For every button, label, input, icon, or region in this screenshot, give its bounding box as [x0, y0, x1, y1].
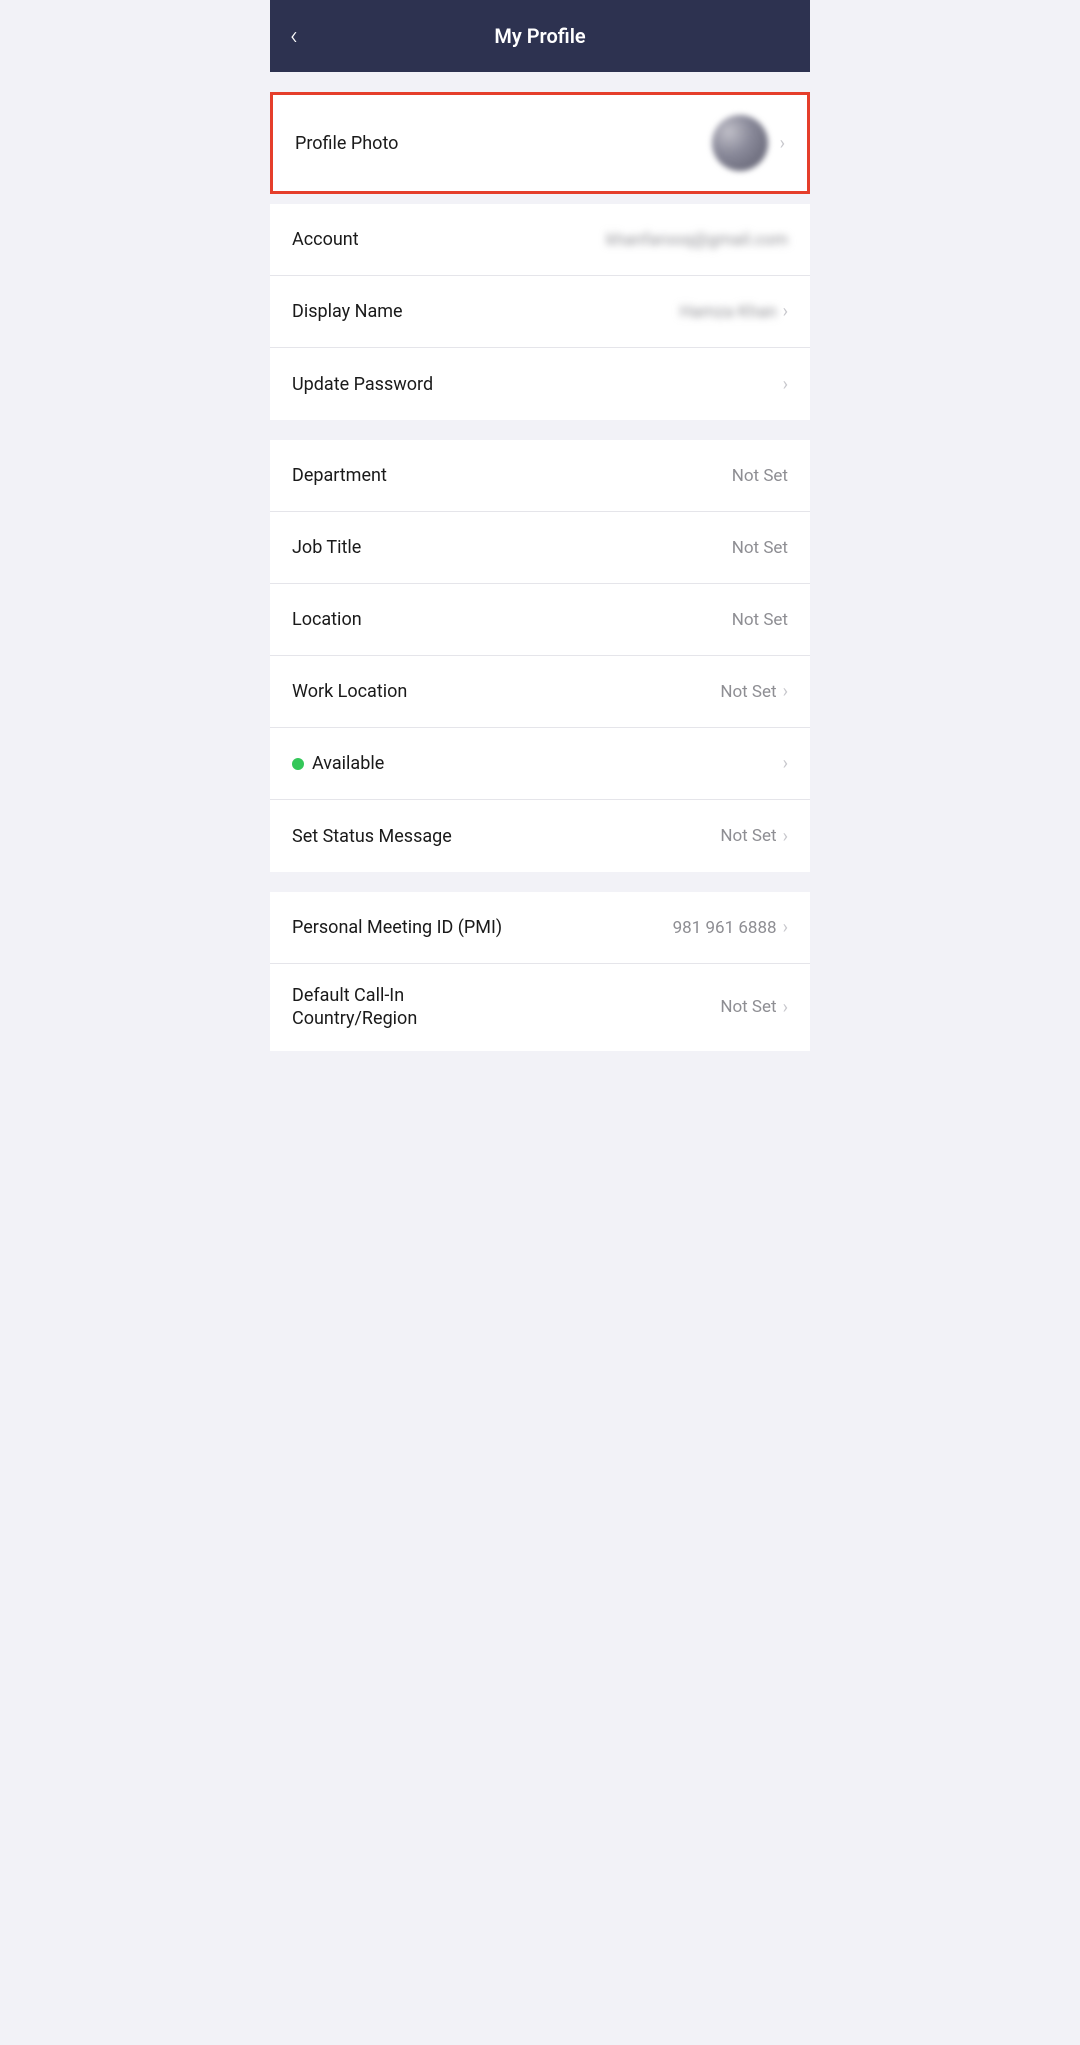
- work-location-chevron: ›: [783, 681, 788, 702]
- work-location-right: Not Set ›: [720, 681, 788, 702]
- work-location-row[interactable]: Work Location Not Set ›: [270, 656, 810, 728]
- location-row: Location Not Set: [270, 584, 810, 656]
- status-dot-green: [292, 758, 304, 770]
- profile-photo-row[interactable]: Profile Photo ›: [270, 92, 810, 194]
- work-location-value: Not Set: [720, 682, 776, 702]
- default-callin-label: Default Call-In Country/Region: [292, 984, 417, 1031]
- pmi-chevron: ›: [783, 917, 788, 938]
- default-callin-row[interactable]: Default Call-In Country/Region Not Set ›: [270, 964, 810, 1051]
- display-name-right: Hamza Khan ›: [680, 301, 788, 322]
- update-password-label: Update Password: [292, 374, 783, 395]
- pmi-right: 981 961 6888 ›: [673, 917, 788, 938]
- avatar-image: [712, 115, 768, 171]
- update-password-chevron: ›: [783, 374, 788, 395]
- gap-3: [270, 420, 810, 440]
- available-right: ›: [783, 753, 788, 774]
- gap-2: [270, 194, 810, 204]
- pmi-row[interactable]: Personal Meeting ID (PMI) 981 961 6888 ›: [270, 892, 810, 964]
- account-value: khanfarooq@gmail.com: [606, 230, 788, 250]
- profile-photo-label: Profile Photo: [295, 133, 398, 154]
- work-location-label: Work Location: [292, 681, 720, 702]
- pmi-value: 981 961 6888: [673, 918, 777, 938]
- default-callin-chevron: ›: [783, 997, 788, 1018]
- available-label: Available: [312, 753, 384, 774]
- job-title-value: Not Set: [732, 538, 788, 558]
- profile-photo-chevron: ›: [780, 133, 785, 154]
- info-section: Department Not Set Job Title Not Set Loc…: [270, 440, 810, 872]
- gap-1: [270, 72, 810, 92]
- set-status-message-label: Set Status Message: [292, 826, 720, 847]
- account-label: Account: [292, 229, 606, 250]
- display-name-chevron: ›: [783, 301, 788, 322]
- job-title-row: Job Title Not Set: [270, 512, 810, 584]
- account-row: Account khanfarooq@gmail.com: [270, 204, 810, 276]
- default-callin-right: Not Set ›: [720, 997, 788, 1018]
- department-row: Department Not Set: [270, 440, 810, 512]
- job-title-label: Job Title: [292, 537, 732, 558]
- avatar: [712, 115, 768, 171]
- display-name-value: Hamza Khan: [680, 302, 777, 322]
- set-status-message-right: Not Set ›: [720, 826, 788, 847]
- location-right: Not Set: [732, 610, 788, 630]
- profile-photo-right: ›: [712, 115, 785, 171]
- job-title-right: Not Set: [732, 538, 788, 558]
- pmi-label: Personal Meeting ID (PMI): [292, 917, 673, 938]
- set-status-message-chevron: ›: [783, 826, 788, 847]
- department-label: Department: [292, 465, 732, 486]
- set-status-message-value: Not Set: [720, 826, 776, 846]
- available-chevron: ›: [783, 753, 788, 774]
- update-password-row[interactable]: Update Password ›: [270, 348, 810, 420]
- set-status-message-row[interactable]: Set Status Message Not Set ›: [270, 800, 810, 872]
- header: ‹ My Profile: [270, 0, 810, 72]
- location-value: Not Set: [732, 610, 788, 630]
- available-left: Available: [292, 753, 384, 774]
- department-right: Not Set: [732, 466, 788, 486]
- back-button[interactable]: ‹: [290, 21, 298, 51]
- display-name-label: Display Name: [292, 301, 680, 322]
- page-title: My Profile: [494, 24, 585, 48]
- available-row[interactable]: Available ›: [270, 728, 810, 800]
- department-value: Not Set: [732, 466, 788, 486]
- meeting-section: Personal Meeting ID (PMI) 981 961 6888 ›…: [270, 892, 810, 1051]
- location-label: Location: [292, 609, 732, 630]
- account-right: khanfarooq@gmail.com: [606, 230, 788, 250]
- default-callin-value: Not Set: [720, 997, 776, 1017]
- update-password-right: ›: [783, 374, 788, 395]
- display-name-row[interactable]: Display Name Hamza Khan ›: [270, 276, 810, 348]
- account-section: Account khanfarooq@gmail.com Display Nam…: [270, 204, 810, 420]
- gap-4: [270, 872, 810, 892]
